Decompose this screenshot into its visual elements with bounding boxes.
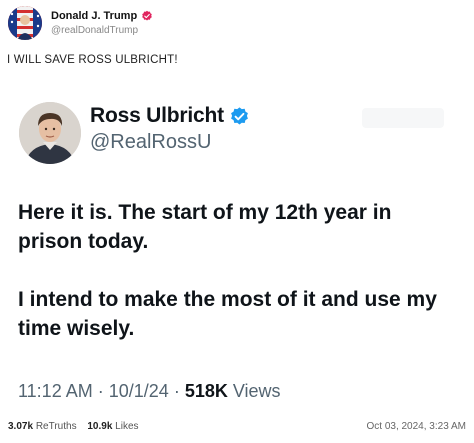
verified-badge-icon (231, 106, 248, 124)
avatar-image (8, 6, 42, 40)
likes-stat[interactable]: 10.9k Likes (87, 421, 138, 432)
retruths-label: ReTruths (35, 421, 77, 432)
embedded-paragraph: Here it is. The start of my 12th year in… (18, 201, 392, 253)
post-text: I WILL SAVE ROSS ULBRICHT! (7, 54, 178, 66)
embedded-author-handle: @RealRossU (90, 131, 212, 153)
embedded-paragraph: I intend to make the most of it and use … (18, 288, 437, 340)
embedded-time: 11:12 AM (18, 381, 93, 401)
embedded-views-count: 518K (184, 381, 228, 401)
embedded-date: 10/1/24 (108, 381, 169, 401)
embedded-author-name: Ross Ulbricht (90, 104, 224, 127)
embedded-name-row: Ross Ulbricht (90, 104, 250, 128)
likes-count: 10.9k (87, 421, 113, 432)
embedded-avatar-image (19, 102, 81, 164)
embedded-post-body: Here it is. The start of my 12th year in… (18, 198, 458, 372)
avatar[interactable] (8, 6, 42, 40)
likes-label: Likes (115, 421, 139, 432)
meta-separator: · (97, 381, 109, 401)
embedded-avatar (19, 102, 81, 164)
author-info: Donald J. Trump @realDonaldTrump (51, 10, 153, 36)
embedded-post-meta: 11:12 AM · 10/1/24 · 518K Views (18, 381, 281, 402)
meta-separator: · (173, 381, 185, 401)
retruths-stat[interactable]: 3.07k ReTruths (8, 421, 77, 432)
faint-placeholder-block (362, 108, 444, 128)
post-header: Donald J. Trump @realDonaldTrump (8, 6, 153, 40)
author-name[interactable]: Donald J. Trump (51, 10, 137, 22)
author-name-row: Donald J. Trump (51, 10, 153, 22)
verified-badge-icon (142, 10, 152, 21)
author-handle[interactable]: @realDonaldTrump (51, 25, 153, 36)
embedded-views-label: Views (232, 381, 281, 401)
retruths-count: 3.07k (8, 421, 34, 432)
post-stats: 3.07k ReTruths 10.9k Likes (8, 421, 139, 432)
post-timestamp[interactable]: Oct 03, 2024, 3:23 AM (366, 421, 466, 432)
embedded-post-image[interactable]: Ross Ulbricht @RealRossU Here it is. The… (0, 78, 474, 402)
